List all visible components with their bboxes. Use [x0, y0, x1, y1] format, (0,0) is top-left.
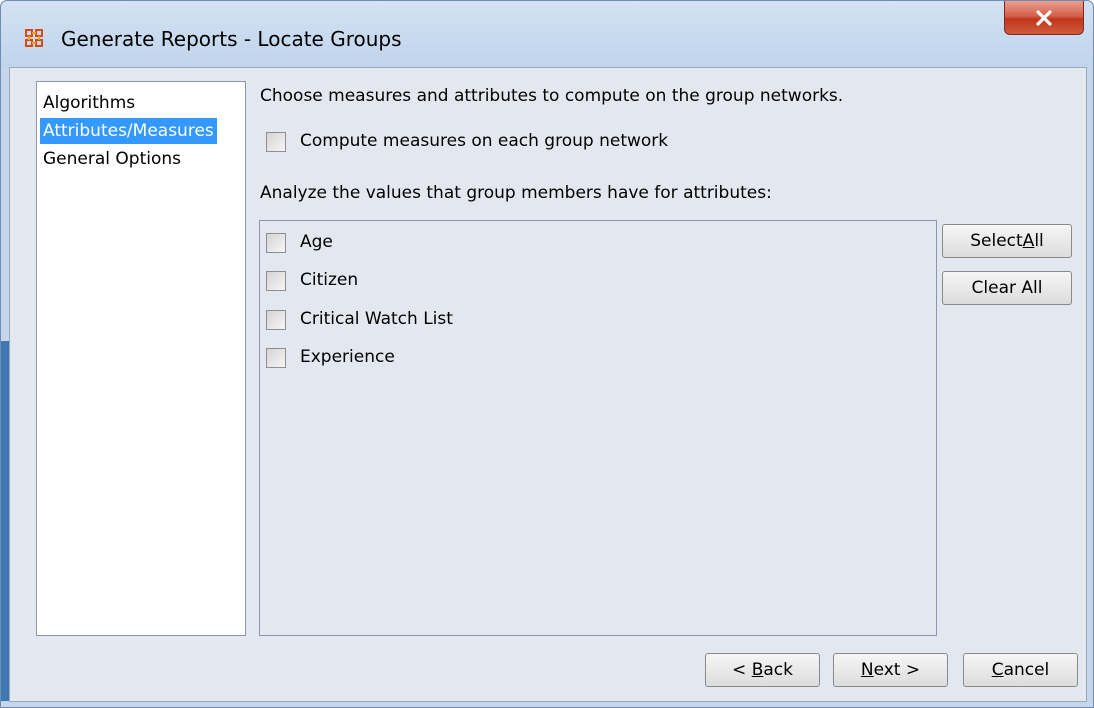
attribute-list: Age Citizen Critical Watch List Experien… — [259, 220, 937, 636]
back-button[interactable]: < Back — [705, 653, 820, 687]
attribute-label-citizen[interactable]: Citizen — [300, 270, 358, 290]
attribute-label-age[interactable]: Age — [300, 232, 333, 252]
close-button[interactable] — [1004, 1, 1084, 35]
next-text: ext > — [873, 660, 921, 680]
cancel-mnemonic: C — [991, 660, 1004, 680]
meta-network-icon — [25, 29, 43, 47]
attribute-checkbox-age[interactable] — [266, 233, 286, 253]
select-all-text: Select — [970, 231, 1023, 251]
category-list: Algorithms Attributes/Measures General O… — [36, 81, 246, 636]
attribute-label-critical-watch-list[interactable]: Critical Watch List — [300, 309, 453, 329]
next-mnemonic: N — [860, 660, 874, 680]
compute-measures-label[interactable]: Compute measures on each group network — [300, 131, 668, 151]
window-title: Generate Reports - Locate Groups — [61, 27, 402, 51]
cancel-button[interactable]: Cancel — [963, 653, 1078, 687]
attributes-heading: Analyze the values that group members ha… — [260, 183, 772, 203]
attribute-label-experience[interactable]: Experience — [300, 347, 395, 367]
attribute-checkbox-experience[interactable] — [266, 348, 286, 368]
dialog-content: Algorithms Attributes/Measures General O… — [9, 67, 1087, 702]
attribute-checkbox-citizen[interactable] — [266, 271, 286, 291]
clear-all-button[interactable]: Clear All — [942, 271, 1072, 305]
close-x-icon — [1036, 9, 1052, 26]
attribute-checkbox-critical-watch-list[interactable] — [266, 310, 286, 330]
next-button[interactable]: Next > — [833, 653, 948, 687]
dialog-window: Generate Reports - Locate Groups Algorit… — [0, 0, 1094, 708]
select-all-button[interactable]: Select All — [942, 224, 1072, 258]
select-all-mnemonic: A — [1022, 231, 1035, 251]
back-text: < — [732, 660, 752, 680]
back-mnemonic: B — [751, 660, 764, 680]
window-frame-edge — [1, 341, 9, 701]
nav-item-general-options[interactable]: General Options — [40, 146, 184, 172]
section-heading: Choose measures and attributes to comput… — [260, 86, 844, 106]
select-all-text-rest: ll — [1034, 231, 1044, 251]
nav-item-algorithms[interactable]: Algorithms — [40, 90, 138, 116]
back-text-rest: ack — [763, 660, 793, 680]
title-bar[interactable]: Generate Reports - Locate Groups — [1, 1, 1093, 67]
compute-measures-checkbox[interactable] — [266, 132, 286, 152]
nav-item-attributes-measures[interactable]: Attributes/Measures — [40, 118, 217, 144]
cancel-text: ancel — [1003, 660, 1050, 680]
